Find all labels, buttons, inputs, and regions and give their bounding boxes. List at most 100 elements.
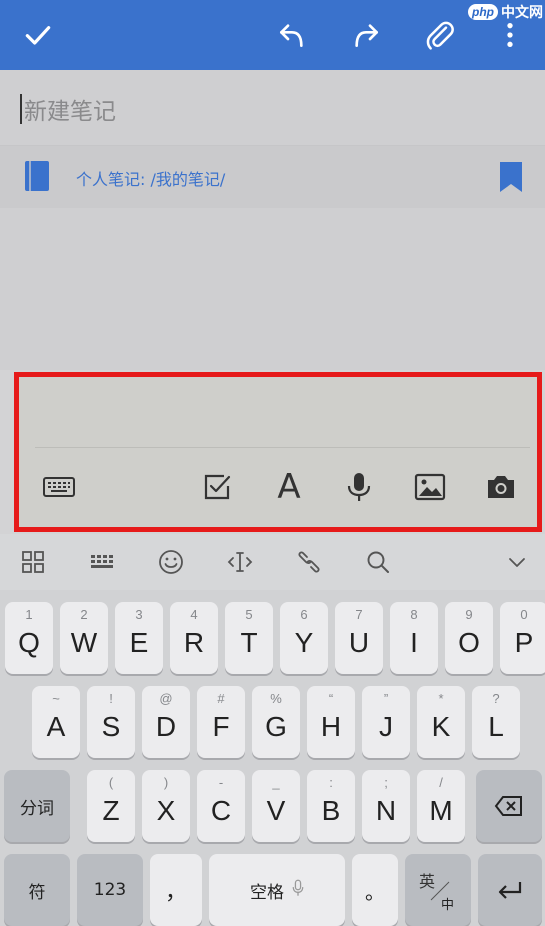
voice-input-button[interactable]: [337, 465, 381, 509]
backspace-key[interactable]: [476, 770, 542, 842]
key-j[interactable]: ” J: [362, 686, 410, 758]
segment-key[interactable]: 分词: [4, 770, 70, 842]
notebook-path: 个人笔记: /我的笔记/: [76, 170, 226, 189]
keyboard-layout-button[interactable]: [82, 542, 122, 582]
key-d[interactable]: @ D: [142, 686, 190, 758]
search-button[interactable]: [358, 542, 398, 582]
key-q[interactable]: 1Q: [5, 602, 53, 674]
emoji-button[interactable]: [151, 542, 191, 582]
key-z[interactable]: (Z: [87, 770, 135, 842]
key-l[interactable]: ? L: [472, 686, 520, 758]
key-h[interactable]: “H: [307, 686, 355, 758]
key-g[interactable]: % G: [252, 686, 300, 758]
key-hint: %: [270, 691, 282, 706]
undo-icon: [280, 24, 303, 47]
key-b[interactable]: :B: [307, 770, 355, 842]
undo-button[interactable]: [268, 11, 316, 59]
redo-button[interactable]: [342, 11, 390, 59]
key-label: P: [514, 627, 534, 658]
key-label: I: [410, 627, 418, 658]
done-button[interactable]: [14, 11, 62, 59]
key-label: X: [156, 795, 176, 826]
key-label: D: [155, 711, 177, 742]
key-c[interactable]: -C: [197, 770, 245, 842]
camera-icon: [488, 476, 514, 498]
period-key[interactable]: 。: [352, 854, 398, 926]
language-switch-key[interactable]: 英中: [405, 854, 471, 926]
segment-key-label: 分词: [20, 798, 54, 819]
symbol-key[interactable]: 符: [4, 854, 70, 926]
key-i[interactable]: 8I: [390, 602, 438, 674]
watermark-brand: php: [468, 4, 498, 20]
checklist-button[interactable]: [195, 465, 239, 509]
key-hint: 0: [520, 607, 528, 622]
image-icon: [414, 473, 446, 501]
key-label: V: [266, 795, 286, 826]
key-n[interactable]: ; N: [362, 770, 410, 842]
key-y[interactable]: 6Y: [280, 602, 328, 674]
key-label: Y: [294, 627, 314, 658]
key-label: R: [183, 627, 205, 658]
keyboard-toolbar: [0, 534, 545, 590]
search-icon: [367, 551, 389, 573]
key-label: C: [210, 795, 232, 826]
camera-button[interactable]: [479, 465, 523, 509]
text-format-button[interactable]: A: [267, 465, 311, 509]
number-key[interactable]: 123: [77, 854, 143, 926]
cursor-move-button[interactable]: [220, 542, 260, 582]
key-hint: 3: [135, 607, 143, 622]
key-hint: ?: [492, 691, 500, 706]
bookmark-icon[interactable]: [497, 160, 525, 194]
key-hint: ;: [384, 775, 388, 790]
font-icon: A: [277, 467, 301, 507]
notebook-selector[interactable]: 个人笔记: /我的笔记/: [0, 146, 545, 208]
key-f[interactable]: # F: [197, 686, 245, 758]
toolbar-divider: [35, 447, 530, 448]
watermark-site: 中文网: [501, 4, 543, 20]
key-p[interactable]: 0P: [500, 602, 545, 674]
key-k[interactable]: * K: [417, 686, 465, 758]
key-hint: !: [109, 691, 113, 706]
insert-image-button[interactable]: [408, 465, 452, 509]
key-x[interactable]: ) X: [142, 770, 190, 842]
key-t[interactable]: 5T: [225, 602, 273, 674]
key-m[interactable]: / M: [417, 770, 465, 842]
backspace-icon: [494, 796, 522, 816]
attach-button[interactable]: [416, 11, 464, 59]
key-v[interactable]: _ V: [252, 770, 300, 842]
key-label: J: [379, 711, 393, 742]
keyboard-icon: [43, 477, 75, 497]
key-label: H: [320, 711, 342, 742]
key-label: K: [431, 711, 451, 742]
title-field[interactable]: 新建笔记: [0, 70, 545, 146]
collapse-keyboard-button[interactable]: [497, 542, 537, 582]
key-a[interactable]: ~ A: [32, 686, 80, 758]
key-hint: *: [438, 691, 444, 706]
chevron-down-icon: [509, 558, 525, 567]
key-e[interactable]: 3E: [115, 602, 163, 674]
microphone-icon: [347, 473, 371, 501]
space-key[interactable]: 空格: [209, 854, 345, 926]
key-hint: :: [329, 775, 333, 790]
keyboard-toggle-button[interactable]: [37, 465, 81, 509]
enter-icon: [498, 882, 522, 899]
formatting-toolbar: A: [14, 372, 542, 532]
checkbox-icon: [204, 474, 231, 500]
top-app-bar: php 中文网: [0, 0, 545, 70]
soft-keyboard: 1 Q 2 W 3 E 4 R 5 T 6 Y 7 U 8 I 9 O 0 P ~ A! S @ D # F% G “H” J * K? L(Z…: [0, 534, 545, 926]
key-r[interactable]: 4R: [170, 602, 218, 674]
key-label: O: [458, 627, 480, 658]
clipboard-button[interactable]: [289, 542, 329, 582]
key-u[interactable]: 7U: [335, 602, 383, 674]
comma-key[interactable]: ，: [150, 854, 202, 926]
enter-key[interactable]: [478, 854, 542, 926]
diagonal-divider: [430, 881, 450, 901]
key-s[interactable]: ! S: [87, 686, 135, 758]
key-hint: /: [439, 775, 443, 790]
cursor-move-icon: [227, 552, 253, 572]
key-w[interactable]: 2W: [60, 602, 108, 674]
key-o[interactable]: 9O: [445, 602, 493, 674]
grid-button[interactable]: [13, 542, 53, 582]
key-hint: #: [217, 691, 225, 706]
keyboard-layout-icon: [91, 555, 113, 568]
